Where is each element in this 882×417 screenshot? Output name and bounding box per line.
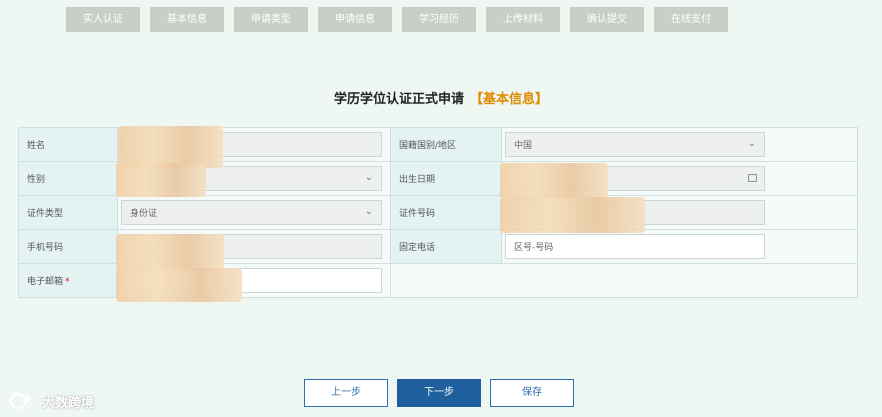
redacted-birth-date [500, 163, 608, 199]
birth-date-label: 出生日期 [390, 161, 502, 196]
page-subtitle: 【基本信息】 [470, 92, 549, 107]
step-real-name-auth[interactable]: 实人认证 [66, 7, 140, 32]
next-step-button[interactable]: 下一步 [397, 379, 481, 407]
redacted-id-number [500, 197, 645, 233]
id-type-select[interactable]: 身份证 ⌄ [121, 200, 382, 225]
watermark-logo: 大数跨境 [8, 391, 94, 411]
landline-field[interactable]: 区号-号码 [505, 234, 765, 259]
redacted-gender [116, 163, 206, 197]
nationality-label: 国籍国别/地区 [390, 127, 502, 162]
prev-step-button[interactable]: 上一步 [304, 379, 388, 407]
name-label: 姓名 [18, 127, 118, 162]
step-study-history[interactable]: 学习经历 [402, 7, 476, 32]
step-progress-bar: 实人认证 基本信息 申请类型 申请信息 学习经历 上传材料 确认提交 在线支付 [66, 7, 728, 32]
landline-label: 固定电话 [390, 229, 502, 264]
redacted-phone [116, 234, 224, 270]
chevron-down-icon: ⌄ [364, 172, 373, 183]
step-upload-materials[interactable]: 上传材料 [486, 7, 560, 32]
save-button[interactable]: 保存 [490, 379, 574, 407]
id-number-label: 证件号码 [390, 195, 502, 230]
gender-label: 性别 [18, 161, 118, 196]
id-type-label: 证件类型 [18, 195, 118, 230]
landline-placeholder: 区号-号码 [514, 243, 554, 253]
chevron-down-icon: ⌄ [364, 206, 373, 217]
calendar-icon[interactable] [748, 174, 757, 182]
nationality-select[interactable]: 中国 ⌄ [505, 132, 765, 157]
id-type-value: 身份证 [130, 209, 158, 219]
step-application-type[interactable]: 申请类型 [234, 7, 308, 32]
email-label-text: 电子邮箱 [27, 277, 64, 287]
nationality-value: 中国 [514, 141, 533, 151]
page-title: 学历学位认证正式申请 【基本信息】 [0, 88, 882, 107]
step-online-payment[interactable]: 在线支付 [654, 7, 728, 32]
redacted-name [118, 126, 223, 168]
watermark-icon [10, 393, 31, 409]
required-mark: * [65, 277, 70, 287]
step-basic-info[interactable]: 基本信息 [150, 7, 224, 32]
watermark-text: 大数跨境 [42, 395, 95, 411]
page-title-text: 学历学位认证正式申请 [333, 92, 464, 107]
step-application-info[interactable]: 申请信息 [318, 7, 392, 32]
step-confirm-submit[interactable]: 确认提交 [570, 7, 644, 32]
redacted-email [116, 268, 242, 302]
email-label: 电子邮箱 * [18, 263, 118, 298]
chevron-down-icon: ⌄ [747, 138, 756, 149]
phone-label: 手机号码 [18, 229, 118, 264]
empty-cell [390, 263, 858, 298]
